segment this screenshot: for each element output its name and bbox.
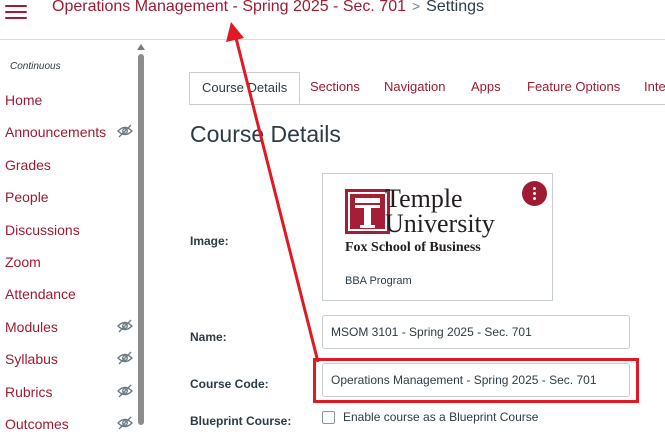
sidebar-item-label: Syllabus	[5, 351, 58, 368]
sidebar-item-discussions[interactable]: Discussions	[5, 220, 135, 252]
image-caption: BBA Program	[345, 275, 412, 287]
course-code-input[interactable]	[322, 363, 630, 397]
image-options-kebab-icon[interactable]	[522, 181, 547, 206]
sidebar-item-label: Discussions	[5, 221, 80, 238]
sidebar-item-label: Outcomes	[5, 415, 69, 432]
image-label: Image:	[190, 234, 229, 248]
course-code-label: Course Code:	[190, 377, 269, 391]
blueprint-checkbox-label[interactable]: Enable course as a Blueprint Course	[343, 410, 538, 424]
name-label: Name:	[190, 330, 227, 344]
hidden-eye-icon	[117, 124, 133, 138]
course-nav: Home Announcements Grades People Discuss…	[5, 90, 135, 446]
scroll-up-arrow-icon[interactable]	[137, 44, 145, 50]
hidden-eye-icon	[117, 416, 133, 430]
page-title: Course Details	[190, 121, 341, 147]
logo-subtitle: Fox School of Business	[345, 240, 481, 255]
sidebar-item-syllabus[interactable]: Syllabus	[5, 349, 135, 381]
sidebar-item-home[interactable]: Home	[5, 90, 135, 122]
sidebar-item-label: Zoom	[5, 253, 41, 270]
tab-navigation[interactable]: Navigation	[384, 72, 445, 104]
logo-text-university: University	[385, 209, 495, 238]
course-name-input[interactable]	[322, 315, 630, 349]
blueprint-label: Blueprint Course:	[190, 414, 292, 428]
sidebar-item-attendance[interactable]: Attendance	[5, 284, 135, 316]
sidebar-item-label: Attendance	[5, 286, 76, 303]
tab-sections[interactable]: Sections	[310, 72, 360, 104]
blueprint-checkbox[interactable]	[322, 411, 335, 424]
course-sidebar: Continuous Home Announcements Grades Peo…	[0, 40, 146, 432]
sidebar-item-label: Home	[5, 92, 43, 108]
sidebar-scrollbar[interactable]	[136, 40, 146, 425]
tab-course-details[interactable]: Course Details	[189, 72, 301, 104]
hidden-eye-icon	[117, 351, 133, 365]
sidebar-item-label: People	[5, 189, 49, 206]
sidebar-item-rubrics[interactable]: Rubrics	[5, 382, 135, 414]
settings-tabs: Course Details Sections Navigation Apps …	[189, 72, 665, 105]
hidden-eye-icon	[117, 319, 133, 333]
sidebar-item-people[interactable]: People	[5, 187, 135, 219]
top-header: Operations Management - Spring 2025 - Se…	[0, 0, 665, 40]
sidebar-item-outcomes[interactable]: Outcomes	[5, 414, 135, 446]
sidebar-section-label: Continuous	[10, 61, 61, 72]
sidebar-item-modules[interactable]: Modules	[5, 317, 135, 349]
tab-apps[interactable]: Apps	[471, 72, 501, 104]
temple-logo-icon	[345, 189, 390, 234]
hamburger-menu-icon[interactable]	[5, 2, 27, 20]
sidebar-item-label: Grades	[5, 156, 51, 173]
sidebar-item-grades[interactable]: Grades	[5, 155, 135, 187]
sidebar-item-label: Modules	[5, 318, 58, 335]
hidden-eye-icon	[117, 384, 133, 397]
sidebar-item-label: Announcements	[5, 124, 107, 141]
tab-integrations[interactable]: Inte	[644, 72, 665, 104]
breadcrumb-course-link[interactable]: Operations Management - Spring 2025 - Se…	[52, 0, 406, 15]
breadcrumb-separator: >	[411, 0, 421, 14]
sidebar-item-label: Rubrics	[5, 383, 53, 400]
scrollbar-thumb[interactable]	[138, 54, 144, 425]
tab-feature-options[interactable]: Feature Options	[527, 72, 620, 104]
sidebar-item-announcements[interactable]: Announcements	[5, 122, 135, 154]
breadcrumb-current: Settings	[426, 0, 484, 15]
course-image-card[interactable]: Temple University Fox School of Business…	[322, 173, 553, 301]
breadcrumb: Operations Management - Spring 2025 - Se…	[52, 0, 484, 16]
sidebar-item-zoom[interactable]: Zoom	[5, 252, 135, 284]
